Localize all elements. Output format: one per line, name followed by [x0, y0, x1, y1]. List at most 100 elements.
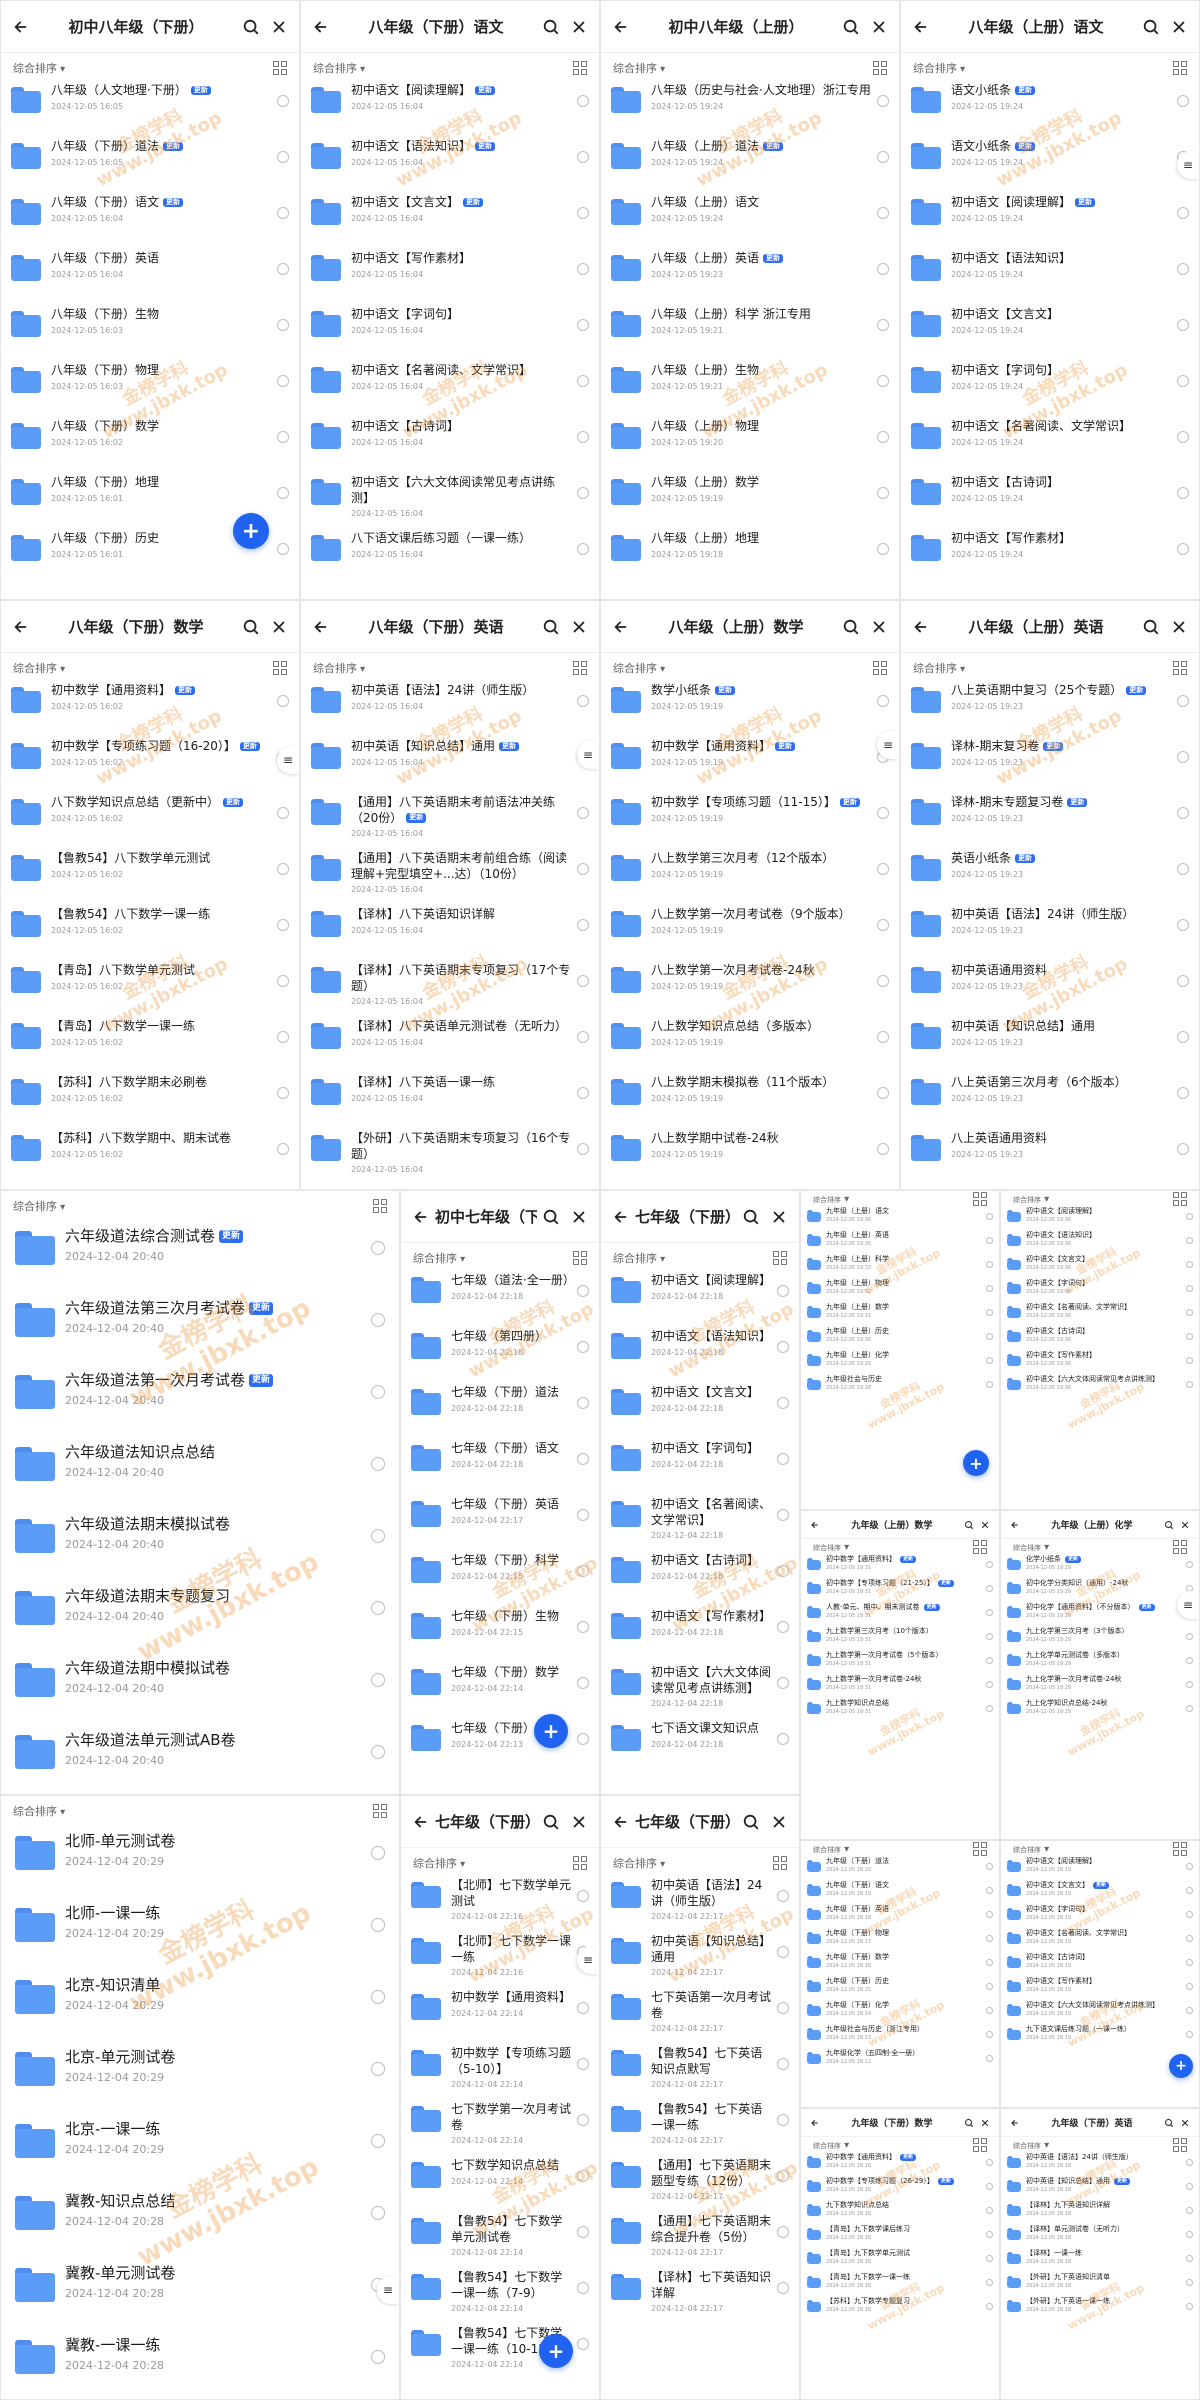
- list-item[interactable]: 六年级道法期末模拟试卷 2024-12-04 20:40: [1, 1509, 399, 1581]
- list-item[interactable]: 七年级（下册）地理 2024-12-04 22:13: [401, 1721, 599, 1777]
- list-item[interactable]: 冀教-知识点总结 2024-12-04 20:28: [1, 2186, 399, 2258]
- search-icon[interactable]: [961, 2115, 977, 2131]
- grid-view-icon[interactable]: [873, 61, 887, 75]
- select-radio[interactable]: [777, 2002, 789, 2014]
- list-item[interactable]: 英语小纸条 更新 2024-12-05 19:23: [901, 851, 1199, 907]
- select-radio[interactable]: [577, 695, 589, 707]
- grid-view-icon[interactable]: [1173, 61, 1187, 75]
- select-radio[interactable]: [277, 487, 289, 499]
- list-item[interactable]: 【译林】八下英语一课一练 2024-12-05 16:04: [301, 1075, 599, 1131]
- select-radio[interactable]: [986, 1333, 993, 1340]
- back-arrow-icon[interactable]: [607, 613, 635, 641]
- sort-dropdown[interactable]: 综合排序: [313, 660, 365, 676]
- select-radio[interactable]: [1177, 1087, 1189, 1099]
- select-radio[interactable]: [277, 807, 289, 819]
- list-item[interactable]: 七下英语第一次月考试卷 2024-12-04 22:17: [601, 1990, 799, 2046]
- list-item[interactable]: 九年级（上册）物理 2024-12-05 19:32: [801, 1279, 999, 1303]
- list-item[interactable]: 【译林】八下英语期末专项复习（17个专题） 2024-12-05 16:04: [301, 963, 599, 1019]
- select-radio[interactable]: [877, 695, 889, 707]
- select-radio[interactable]: [777, 1341, 789, 1353]
- list-item[interactable]: 九年级（上册）语文 2024-12-05 19:36: [801, 1207, 999, 1231]
- search-icon[interactable]: [1137, 13, 1165, 41]
- select-radio[interactable]: [986, 1237, 993, 1244]
- list-item[interactable]: 【苏科】八下数学期末必刷卷 2024-12-05 16:02: [1, 1075, 299, 1131]
- list-item[interactable]: 八上英语第三次月考（6个版本） 2024-12-05 19:23: [901, 1075, 1199, 1131]
- select-radio[interactable]: [986, 2303, 993, 2310]
- select-radio[interactable]: [1186, 1935, 1193, 1942]
- sort-dropdown[interactable]: 综合排序: [413, 1250, 465, 1266]
- sort-dropdown[interactable]: 综合排序: [1013, 1844, 1049, 1855]
- search-icon[interactable]: [537, 1808, 565, 1836]
- close-icon[interactable]: [865, 613, 893, 641]
- list-item[interactable]: 【鲁教54】七下数学一课一练（7-9） 2024-12-04 22:14: [401, 2270, 599, 2326]
- list-item[interactable]: 八年级（下册）物理 2024-12-05 16:03: [1, 363, 299, 419]
- select-radio[interactable]: [986, 2031, 993, 2038]
- select-radio[interactable]: [577, 1341, 589, 1353]
- close-icon[interactable]: [1177, 2115, 1193, 2131]
- select-radio[interactable]: [277, 263, 289, 275]
- list-item[interactable]: 【鲁教54】八下数学一课一练 2024-12-05 16:02: [1, 907, 299, 963]
- add-button[interactable]: +: [534, 1714, 568, 1748]
- list-item[interactable]: 九上数学第三次月考（10个版本） 2024-12-05 19:31: [801, 1627, 999, 1651]
- select-radio[interactable]: [277, 1031, 289, 1043]
- select-radio[interactable]: [777, 1946, 789, 1958]
- sort-dropdown[interactable]: 综合排序: [813, 1844, 849, 1855]
- grid-view-icon[interactable]: [873, 661, 887, 675]
- select-radio[interactable]: [986, 1309, 993, 1316]
- list-item[interactable]: 九年级（上册）英语 2024-12-05 19:35: [801, 1231, 999, 1255]
- select-radio[interactable]: [877, 1087, 889, 1099]
- select-radio[interactable]: [577, 207, 589, 219]
- select-radio[interactable]: [1186, 1357, 1193, 1364]
- select-radio[interactable]: [577, 1890, 589, 1902]
- list-item[interactable]: 【北师】七下数学单元测试 2024-12-04 22:16: [401, 1878, 599, 1934]
- list-item[interactable]: 初中语文【名著阅读、文学常识】 2024-12-05 16:19: [1001, 1929, 1199, 1953]
- list-item[interactable]: 初中语文【写作素材】 2024-12-05 19:24: [901, 531, 1199, 587]
- back-arrow-icon[interactable]: [7, 613, 35, 641]
- close-icon[interactable]: [1165, 613, 1193, 641]
- list-item[interactable]: 初中语文【写作素材】 2024-12-04 22:18: [601, 1609, 799, 1665]
- list-item[interactable]: 【青岛】九下数学一课一练 2024-12-05 16:16: [801, 2273, 999, 2297]
- list-item[interactable]: 初中语文【古诗词】 2024-12-05 19:24: [901, 475, 1199, 531]
- list-item[interactable]: 初中语文【语法知识】 2024-12-05 19:36: [1001, 1231, 1199, 1255]
- close-icon[interactable]: [765, 1203, 793, 1231]
- select-radio[interactable]: [1186, 1333, 1193, 1340]
- list-item[interactable]: 七下语文课文知识点 2024-12-04 22:18: [601, 1721, 799, 1777]
- list-item[interactable]: 初中英语【语法】24讲（师生版） 2024-12-05 19:23: [901, 907, 1199, 963]
- sort-dropdown[interactable]: 综合排序: [1013, 1194, 1049, 1205]
- back-arrow-icon[interactable]: [407, 1808, 435, 1836]
- list-item[interactable]: 八年级（上册）语文 2024-12-05 19:24: [601, 195, 899, 251]
- back-arrow-icon[interactable]: [607, 1808, 635, 1836]
- list-item[interactable]: 六年级道法单元测试AB卷 2024-12-04 20:40: [1, 1725, 399, 1794]
- grid-view-icon[interactable]: [1173, 2138, 1187, 2152]
- select-radio[interactable]: [1186, 2231, 1193, 2238]
- sort-dropdown[interactable]: 综合排序: [613, 1250, 665, 1266]
- side-menu-handle[interactable]: ≡: [577, 741, 599, 769]
- list-item[interactable]: 九年级（下册）道法 2024-12-05 16:20: [801, 1857, 999, 1881]
- list-item[interactable]: 八上数学第一次月考试卷-24秋 2024-12-05 19:19: [601, 963, 899, 1019]
- list-item[interactable]: 初中英语通用资料 2024-12-05 19:23: [901, 963, 1199, 1019]
- list-item[interactable]: 六年级道法期末专题复习 2024-12-04 20:40: [1, 1581, 399, 1653]
- list-item[interactable]: 初中数学【通用资料】 2024-12-04 22:14: [401, 1990, 599, 2046]
- list-item[interactable]: 【外研】九下英语一课一练 2024-12-05 16:18: [1001, 2297, 1199, 2321]
- select-radio[interactable]: [577, 1285, 589, 1297]
- select-radio[interactable]: [986, 1561, 993, 1568]
- list-item[interactable]: 初中语文【写作素材】 2024-12-05 16:04: [301, 251, 599, 307]
- sort-dropdown[interactable]: 综合排序: [13, 1198, 65, 1214]
- list-item[interactable]: 六年级道法第一次月考试卷 更新 2024-12-04 20:40: [1, 1365, 399, 1437]
- list-item[interactable]: 九年级（上册）历史 2024-12-05 19:30: [801, 1327, 999, 1351]
- select-radio[interactable]: [277, 1143, 289, 1155]
- select-radio[interactable]: [1177, 1143, 1189, 1155]
- select-radio[interactable]: [1186, 2255, 1193, 2262]
- list-item[interactable]: 八上英语通用资料 2024-12-05 19:23: [901, 1131, 1199, 1187]
- search-icon[interactable]: [1161, 1517, 1177, 1533]
- list-item[interactable]: 九上数学第一次月考试卷-24秋 2024-12-05 19:31: [801, 1675, 999, 1699]
- list-item[interactable]: 八年级（人文地理·下册） 更新 2024-12-05 16:05: [1, 83, 299, 139]
- list-item[interactable]: 八上数学第一次月考试卷（9个版本） 2024-12-05 19:19: [601, 907, 899, 963]
- search-icon[interactable]: [737, 1808, 765, 1836]
- list-item[interactable]: 初中语文【文言文】 2024-12-05 19:24: [901, 307, 1199, 363]
- sort-dropdown[interactable]: 综合排序: [1013, 1542, 1049, 1553]
- grid-view-icon[interactable]: [1173, 661, 1187, 675]
- select-radio[interactable]: [1177, 95, 1189, 107]
- back-arrow-icon[interactable]: [907, 613, 935, 641]
- list-item[interactable]: 初中语文【古诗词】 2024-12-05 16:04: [301, 419, 599, 475]
